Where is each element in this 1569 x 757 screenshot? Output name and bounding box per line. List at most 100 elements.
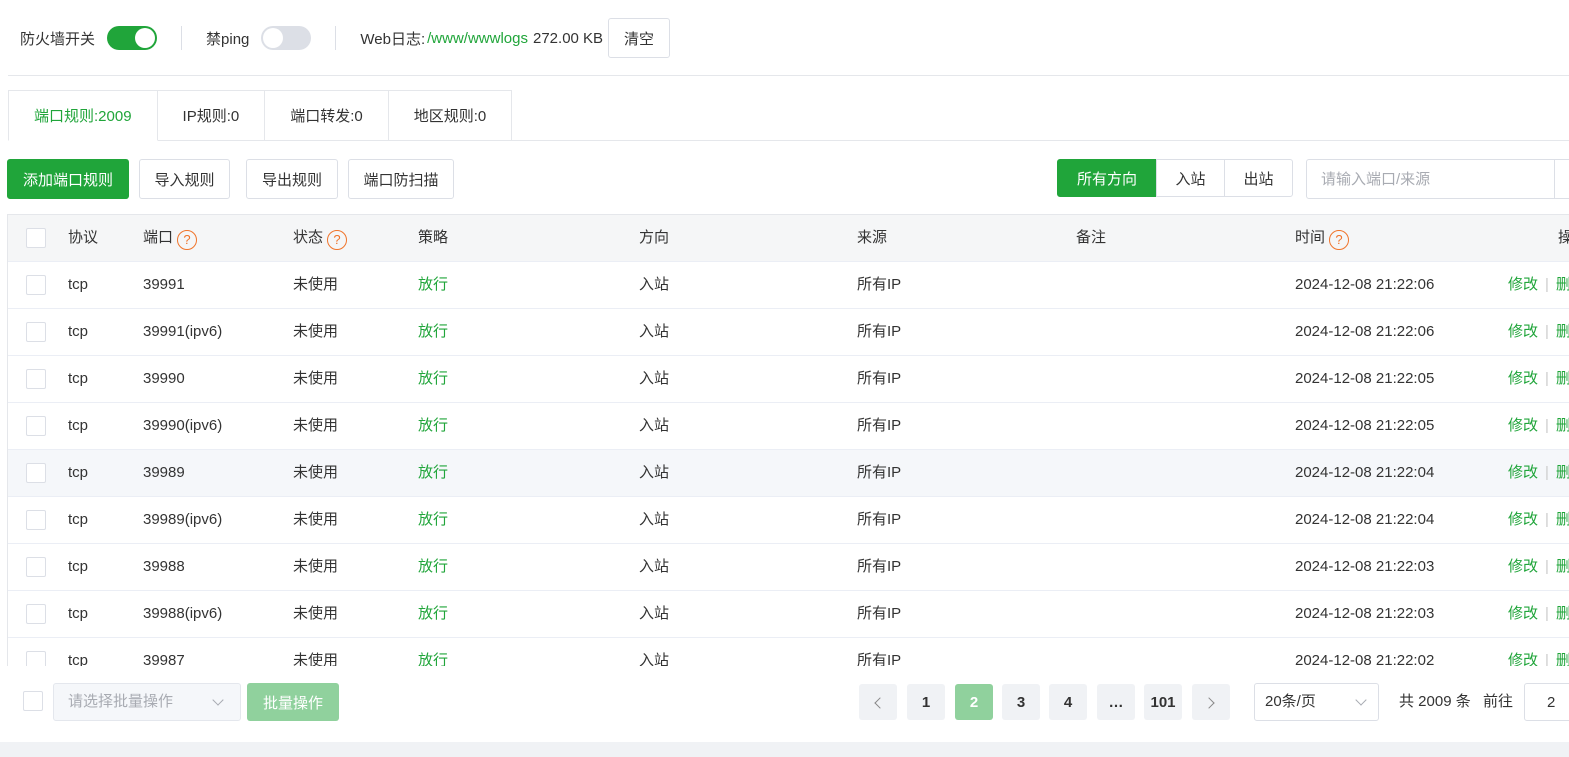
cell-policy[interactable]: 放行 bbox=[418, 591, 448, 638]
ping-toggle[interactable] bbox=[261, 26, 312, 50]
firewall-toggle[interactable] bbox=[107, 26, 158, 50]
help-icon[interactable]: ? bbox=[1329, 230, 1350, 250]
row-checkbox[interactable] bbox=[26, 651, 46, 666]
direction-inbound-button[interactable]: 入站 bbox=[1156, 159, 1225, 197]
edit-rule-link[interactable]: 修改 bbox=[1508, 511, 1538, 528]
edit-rule-link[interactable]: 修改 bbox=[1508, 323, 1538, 340]
cell-policy[interactable]: 放行 bbox=[418, 638, 448, 666]
row-checkbox[interactable] bbox=[26, 463, 46, 483]
tab-port-rules[interactable]: 端口规则:2009 bbox=[8, 90, 158, 141]
cell-status: 未使用 bbox=[293, 464, 339, 481]
page-101-button[interactable]: 101 bbox=[1144, 684, 1182, 720]
row-checkbox[interactable] bbox=[26, 604, 46, 624]
export-rules-button[interactable]: 导出规则 bbox=[246, 159, 338, 199]
tab-region-rules[interactable]: 地区规则:0 bbox=[388, 90, 513, 141]
cell-source: 所有IP bbox=[857, 464, 902, 481]
cell-policy[interactable]: 放行 bbox=[418, 450, 448, 497]
ops-separator: | bbox=[1545, 323, 1549, 340]
table-row: tcp 39989(ipv6) 未使用 放行 入站 所有IP 2024-12-08 21:2… bbox=[8, 497, 1569, 544]
delete-rule-link[interactable]: 删 bbox=[1556, 276, 1569, 293]
port-antiscan-button[interactable]: 端口防扫描 bbox=[348, 159, 454, 199]
page-size-select[interactable]: 20条/页 bbox=[1254, 683, 1379, 721]
edit-rule-link[interactable]: 修改 bbox=[1508, 652, 1538, 666]
cell-ops: 修改 | 删 bbox=[1508, 544, 1569, 591]
delete-rule-link[interactable]: 删 bbox=[1556, 464, 1569, 481]
next-page-button[interactable] bbox=[1192, 684, 1230, 720]
delete-rule-link[interactable]: 删 bbox=[1556, 605, 1569, 622]
batch-select-placeholder: 请选择批量操作 bbox=[68, 693, 174, 710]
goto-page-input[interactable] bbox=[1524, 683, 1569, 721]
help-icon[interactable]: ? bbox=[327, 230, 348, 250]
cell-port: 39989 bbox=[143, 464, 185, 481]
ping-switch-label: 禁ping bbox=[206, 30, 250, 48]
firewall-switch-label: 防火墙开关 bbox=[20, 30, 96, 48]
edit-rule-link[interactable]: 修改 bbox=[1508, 370, 1538, 387]
page-2-button[interactable]: 2 bbox=[955, 684, 993, 720]
cell-time: 2024-12-08 21:22:05 bbox=[1295, 370, 1435, 387]
page-1-button[interactable]: 1 bbox=[907, 684, 945, 720]
page-3-button[interactable]: 3 bbox=[1002, 684, 1040, 720]
delete-rule-link[interactable]: 删 bbox=[1556, 558, 1569, 575]
edit-rule-link[interactable]: 修改 bbox=[1508, 276, 1538, 293]
cell-policy[interactable]: 放行 bbox=[418, 403, 448, 450]
tab-port-forward[interactable]: 端口转发:0 bbox=[265, 90, 389, 141]
direction-outbound-button[interactable]: 出站 bbox=[1224, 159, 1293, 197]
divider bbox=[181, 26, 183, 50]
header-port: 端口? bbox=[143, 215, 198, 262]
cell-policy[interactable]: 放行 bbox=[418, 309, 448, 356]
delete-rule-link[interactable]: 删 bbox=[1556, 417, 1569, 434]
cell-protocol: tcp bbox=[68, 605, 89, 622]
cell-policy[interactable]: 放行 bbox=[418, 544, 448, 591]
row-checkbox[interactable] bbox=[26, 322, 46, 342]
ops-separator: | bbox=[1545, 605, 1549, 622]
cell-policy[interactable]: 放行 bbox=[418, 356, 448, 403]
cell-protocol: tcp bbox=[68, 464, 89, 481]
cell-ops: 修改 | 删 bbox=[1508, 262, 1569, 309]
row-checkbox[interactable] bbox=[26, 275, 46, 295]
edit-rule-link[interactable]: 修改 bbox=[1508, 558, 1538, 575]
footer-select-all-checkbox[interactable] bbox=[23, 691, 43, 711]
cell-ops: 修改 | 删 bbox=[1508, 497, 1569, 544]
batch-operation-button[interactable]: 批量操作 bbox=[247, 683, 339, 721]
more-pages-button[interactable]: … bbox=[1097, 684, 1135, 720]
select-all-checkbox[interactable] bbox=[26, 228, 46, 248]
cell-port: 39987 bbox=[143, 652, 185, 666]
tab-ip-rules[interactable]: IP规则:0 bbox=[157, 90, 266, 141]
delete-rule-link[interactable]: 删 bbox=[1556, 652, 1569, 666]
rule-tabs: 端口规则:2009 IP规则:0 端口转发:0 地区规则:0 bbox=[8, 90, 513, 141]
add-port-rule-button[interactable]: 添加端口规则 bbox=[7, 159, 129, 199]
delete-rule-link[interactable]: 删 bbox=[1556, 511, 1569, 528]
toggle-knob bbox=[135, 28, 156, 48]
delete-rule-link[interactable]: 删 bbox=[1556, 370, 1569, 387]
row-checkbox[interactable] bbox=[26, 510, 46, 530]
search-button[interactable] bbox=[1554, 159, 1569, 199]
ops-separator: | bbox=[1545, 417, 1549, 434]
cell-policy[interactable]: 放行 bbox=[418, 497, 448, 544]
header-note: 备注 bbox=[1076, 229, 1107, 246]
weblog-path-link[interactable]: /www/wwwlogs bbox=[427, 30, 528, 47]
cell-port: 39988 bbox=[143, 558, 185, 575]
cell-time: 2024-12-08 21:22:06 bbox=[1295, 276, 1435, 293]
header-time-label: 时间 bbox=[1295, 229, 1326, 246]
cell-ops: 修改 | 删 bbox=[1508, 450, 1569, 497]
edit-rule-link[interactable]: 修改 bbox=[1508, 464, 1538, 481]
import-rules-button[interactable]: 导入规则 bbox=[139, 159, 230, 199]
row-checkbox[interactable] bbox=[26, 557, 46, 577]
row-checkbox[interactable] bbox=[26, 369, 46, 389]
edit-rule-link[interactable]: 修改 bbox=[1508, 417, 1538, 434]
batch-operation-select[interactable]: 请选择批量操作 bbox=[53, 683, 241, 721]
help-icon[interactable]: ? bbox=[177, 230, 198, 250]
clear-log-button[interactable]: 清空 bbox=[608, 18, 671, 58]
cell-status: 未使用 bbox=[293, 652, 339, 666]
search-input[interactable] bbox=[1306, 159, 1569, 199]
cell-protocol: tcp bbox=[68, 417, 89, 434]
row-checkbox[interactable] bbox=[26, 416, 46, 436]
direction-all-button[interactable]: 所有方向 bbox=[1057, 159, 1157, 197]
prev-page-button[interactable] bbox=[859, 684, 897, 720]
cell-status: 未使用 bbox=[293, 370, 339, 387]
edit-rule-link[interactable]: 修改 bbox=[1508, 605, 1538, 622]
cell-ops: 修改 | 删 bbox=[1508, 309, 1569, 356]
cell-policy[interactable]: 放行 bbox=[418, 262, 448, 309]
page-4-button[interactable]: 4 bbox=[1049, 684, 1087, 720]
delete-rule-link[interactable]: 删 bbox=[1556, 323, 1569, 340]
